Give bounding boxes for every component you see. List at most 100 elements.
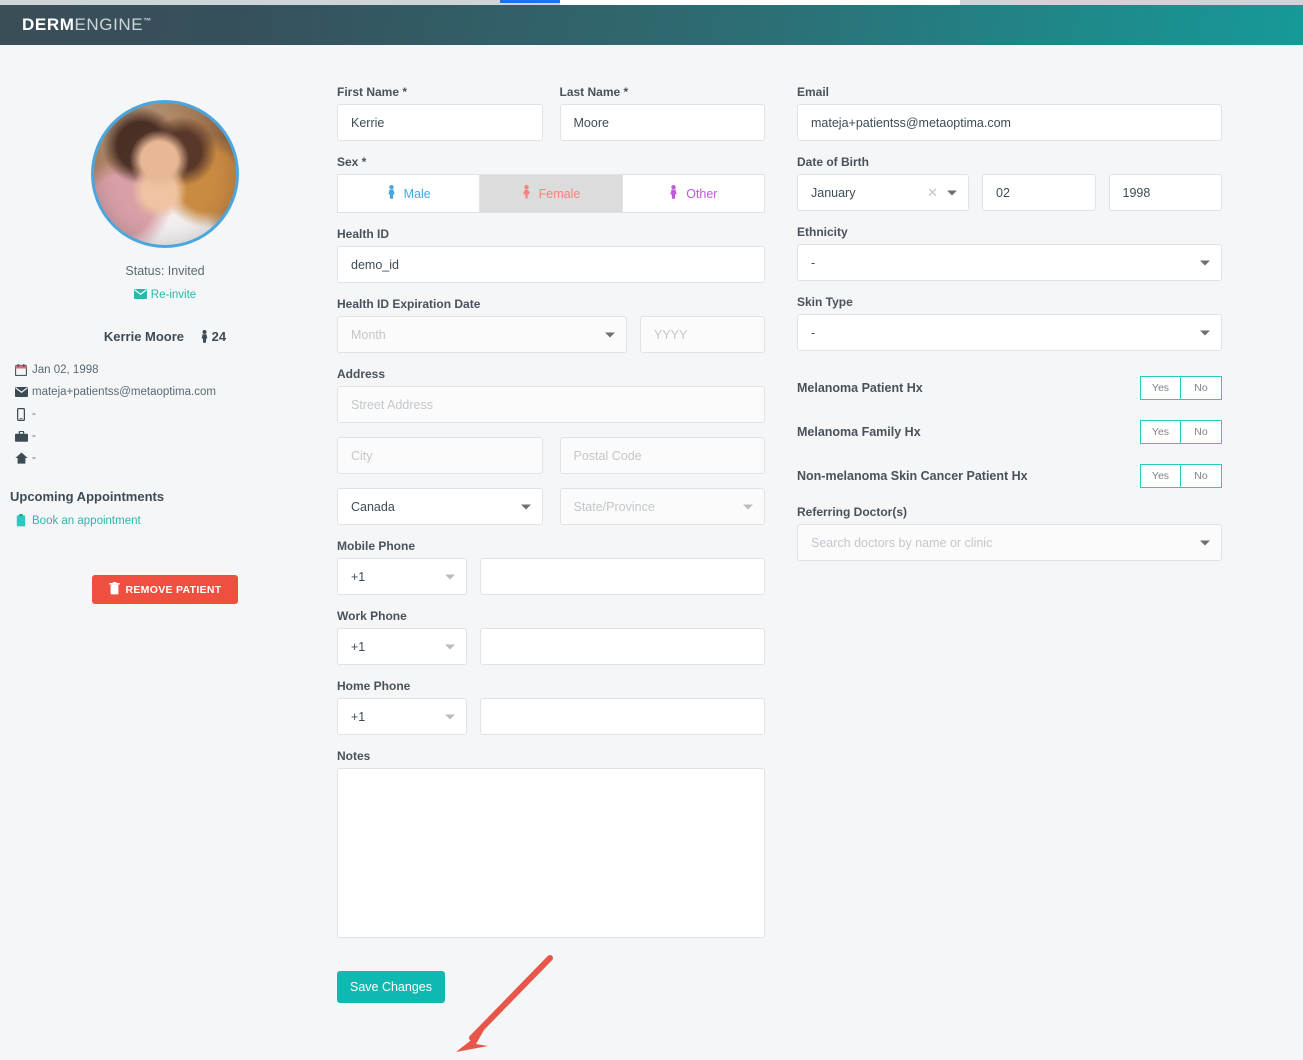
- chevron-down-icon: [445, 644, 455, 649]
- home-phone-input[interactable]: [480, 698, 765, 735]
- info-row-work: -: [10, 425, 330, 447]
- referring-doctors-select[interactable]: Search doctors by name or clinic: [797, 524, 1222, 561]
- health-id-expiry-month-select[interactable]: Month: [337, 316, 627, 353]
- health-id-expiry-year-input[interactable]: [640, 316, 765, 353]
- book-appointment-label: Book an appointment: [32, 514, 141, 527]
- ethnicity-value: -: [811, 255, 816, 270]
- status-badge: Status: Invited: [125, 264, 205, 278]
- notes-label: Notes: [337, 749, 371, 763]
- dob-month-select[interactable]: January ✕: [797, 174, 969, 211]
- ethnicity-field: Ethnicity -: [797, 225, 1222, 281]
- state-province-placeholder: State/Province: [573, 499, 655, 514]
- patient-age-wrap: 24: [200, 329, 226, 344]
- health-id-field: Health ID: [337, 227, 765, 283]
- work-phone-label: Work Phone: [337, 609, 407, 623]
- dob-month-value: January: [811, 185, 856, 200]
- dob-day-input[interactable]: [982, 174, 1096, 211]
- home-phone-row: +1: [337, 698, 765, 735]
- remove-patient-button[interactable]: REMOVE PATIENT: [92, 575, 238, 604]
- street-address-input[interactable]: [337, 386, 765, 423]
- melanoma-patient-hx-row: Melanoma Patient Hx Yes No: [797, 373, 1222, 403]
- chevron-down-icon: [1200, 260, 1210, 265]
- hx-no-button[interactable]: No: [1181, 420, 1222, 444]
- email-input[interactable]: [797, 104, 1222, 141]
- referring-doctors-field: Referring Doctor(s) Search doctors by na…: [797, 505, 1222, 561]
- work-phone-row: +1: [337, 628, 765, 665]
- city-postal-row: [337, 437, 765, 474]
- book-appointment-link[interactable]: Book an appointment: [10, 514, 330, 527]
- non-melanoma-skin-cancer-hx-row: Non-melanoma Skin Cancer Patient Hx Yes …: [797, 461, 1222, 491]
- form-column-right: Email Date of Birth January ✕ Ethnicity …: [797, 85, 1222, 575]
- ethnicity-select[interactable]: -: [797, 244, 1222, 281]
- skin-type-value: -: [811, 325, 816, 340]
- referring-doctors-label: Referring Doctor(s): [797, 505, 908, 519]
- work-phone-input[interactable]: [480, 628, 765, 665]
- hx-yes-button[interactable]: Yes: [1140, 420, 1181, 444]
- envelope-icon: [10, 387, 32, 397]
- date-of-birth-label: Date of Birth: [797, 155, 869, 169]
- work-phone-country-code-select[interactable]: +1: [337, 628, 467, 665]
- female-figure-icon: [522, 185, 531, 202]
- save-changes-button[interactable]: Save Changes: [337, 971, 445, 1003]
- sex-segmented-control: Male Female Other: [337, 174, 765, 213]
- home-phone-label: Home Phone: [337, 679, 411, 693]
- notes-field: Notes: [337, 749, 765, 943]
- info-value: Jan 02, 1998: [32, 364, 99, 376]
- logo-light-text: ENGINE: [74, 15, 144, 34]
- home-phone-field: Home Phone +1: [337, 679, 765, 735]
- home-phone-code: +1: [351, 709, 366, 724]
- notes-textarea[interactable]: [337, 768, 765, 938]
- country-value: Canada: [351, 499, 395, 514]
- page-body: Status: Invited Re-invite Kerrie Moore 2…: [0, 45, 1303, 1052]
- home-phone-country-code-select[interactable]: +1: [337, 698, 467, 735]
- active-tab-indicator: [500, 0, 560, 3]
- state-province-select[interactable]: State/Province: [559, 488, 765, 525]
- re-invite-label: Re-invite: [150, 289, 197, 301]
- briefcase-icon: [10, 430, 32, 442]
- info-value: -: [32, 430, 36, 442]
- city-input[interactable]: [337, 437, 543, 474]
- first-name-input[interactable]: [337, 104, 543, 141]
- date-of-birth-row: January ✕: [797, 174, 1222, 211]
- dob-year-input[interactable]: [1108, 174, 1222, 211]
- skin-type-select[interactable]: -: [797, 314, 1222, 351]
- patient-avatar[interactable]: [91, 100, 239, 248]
- mobile-phone-country-code-select[interactable]: +1: [337, 558, 467, 595]
- mobile-phone-field: Mobile Phone +1: [337, 539, 765, 595]
- person-icon: [200, 330, 209, 346]
- chevron-down-icon: [1200, 330, 1210, 335]
- health-id-expiry-row: Month: [337, 316, 765, 353]
- name-row: First Name * Last Name *: [337, 85, 765, 155]
- mobile-phone-code: +1: [351, 569, 366, 584]
- upcoming-appointments-heading: Upcoming Appointments: [10, 489, 165, 504]
- dermengine-logo[interactable]: DERMENGINE™: [22, 15, 152, 35]
- hx-no-button[interactable]: No: [1181, 464, 1222, 488]
- hx-label: Non-melanoma Skin Cancer Patient Hx: [797, 469, 1028, 483]
- health-id-expiry-month-placeholder: Month: [351, 327, 386, 342]
- hx-yes-button[interactable]: Yes: [1140, 464, 1181, 488]
- hx-no-button[interactable]: No: [1181, 376, 1222, 400]
- postal-code-input[interactable]: [559, 437, 765, 474]
- sex-option-male[interactable]: Male: [337, 174, 480, 213]
- chevron-down-icon: [520, 504, 531, 509]
- sex-option-other[interactable]: Other: [621, 174, 765, 213]
- country-select[interactable]: Canada: [337, 488, 543, 525]
- calendar-icon: [10, 364, 32, 376]
- info-row-home: -: [10, 447, 330, 469]
- mobile-phone-input[interactable]: [480, 558, 765, 595]
- hx-label: Melanoma Family Hx: [797, 425, 921, 439]
- clear-icon[interactable]: ✕: [927, 185, 938, 201]
- sex-field: Sex * Male Female Other: [337, 155, 765, 213]
- info-value: -: [32, 408, 36, 420]
- chevron-down-icon: [947, 190, 957, 195]
- sex-option-female[interactable]: Female: [479, 174, 622, 213]
- melanoma-family-hx-row: Melanoma Family Hx Yes No: [797, 417, 1222, 447]
- health-id-input[interactable]: [337, 246, 765, 283]
- email-label: Email: [797, 85, 830, 99]
- last-name-input[interactable]: [559, 104, 765, 141]
- info-row-mobile: -: [10, 403, 330, 425]
- male-figure-icon: [387, 185, 396, 202]
- work-phone-field: Work Phone +1: [337, 609, 765, 665]
- re-invite-link[interactable]: Re-invite: [0, 289, 330, 302]
- hx-yes-button[interactable]: Yes: [1140, 376, 1181, 400]
